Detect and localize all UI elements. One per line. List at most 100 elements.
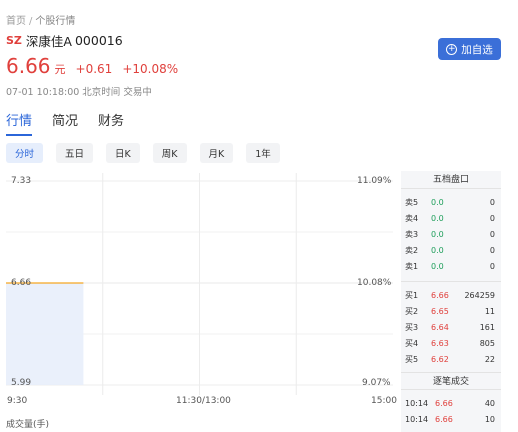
ask-volume: 0: [489, 245, 495, 255]
bid-level-label: 买2: [405, 306, 419, 316]
y-right-mid-label: 10.08%: [357, 278, 392, 288]
period-intraday[interactable]: 分时: [6, 143, 44, 163]
plus-circle-icon: +: [446, 43, 458, 55]
main-tabs: 行情 简况 财务: [6, 110, 144, 136]
bid-list: 买1 6.66 264259 买2 6.65 11 买3 6.64 161 买4 6.63 805 买5…: [401, 287, 501, 367]
ask-row: 卖1 0.0 0: [401, 258, 501, 274]
tab-quote[interactable]: 行情: [6, 110, 33, 136]
price-unit: 元: [54, 63, 66, 76]
bid-volume: 805: [479, 338, 495, 348]
bid-level-label: 买5: [405, 354, 419, 364]
x-start-label: 9:30: [7, 396, 28, 406]
period-weekly-k-label: 周K: [161, 149, 178, 160]
trade-row: 10:14 6.66 10: [401, 411, 501, 427]
x-mid-label: 11:30/13:00: [176, 396, 231, 406]
ask-level-label: 卖1: [405, 261, 419, 271]
bid-level-label: 买3: [405, 322, 419, 332]
y-left-mid-label: 6.66: [11, 278, 32, 288]
tab-finance-label: 财务: [98, 114, 125, 129]
bid-row: 买2 6.65 11: [401, 303, 501, 319]
ask-row: 卖3 0.0 0: [401, 226, 501, 242]
order-book-panel: 五档盘口 卖5 0.0 0 卖4 0.0 0 卖3 0.0 0 卖2 0.0 0 卖1 0.0 0 买1 6.…: [401, 171, 501, 432]
bid-price: 6.64: [431, 322, 449, 332]
tab-quote-label: 行情: [6, 114, 33, 129]
bid-volume: 11: [484, 306, 495, 316]
order-book-divider: [401, 274, 501, 282]
bid-price: 6.65: [431, 306, 449, 316]
quote-row: 6.66 元 +0.61 +10.08%: [6, 54, 178, 78]
ask-level-label: 卖2: [405, 245, 419, 255]
ask-price: 0.0: [431, 213, 444, 223]
bid-level-label: 买4: [405, 338, 419, 348]
intraday-chart: [6, 173, 393, 395]
bid-price: 6.66: [431, 290, 449, 300]
period-daily-k-label: 日K: [115, 149, 131, 160]
breadcrumb-home-link[interactable]: 首页: [6, 16, 26, 27]
trade-price: 6.66: [435, 398, 453, 408]
bid-price: 6.63: [431, 338, 449, 348]
ask-volume: 0: [489, 261, 495, 271]
ask-level-label: 卖3: [405, 229, 419, 239]
period-five-day-label: 五日: [65, 149, 85, 160]
y-right-top-label: 11.09%: [357, 176, 392, 186]
price-change: +0.61: [75, 62, 113, 76]
trading-status: 07-01 10:18:00 北京时间 交易中: [6, 87, 152, 98]
intraday-chart-svg: [6, 173, 393, 395]
ask-level-label: 卖5: [405, 197, 419, 207]
trade-row: 10:14 6.66 40: [401, 395, 501, 411]
period-intraday-label: 分时: [15, 149, 35, 160]
bid-level-label: 买1: [405, 290, 419, 300]
breadcrumb: 首页 / 个股行情: [6, 12, 75, 27]
y-left-bottom-label: 5.99: [11, 378, 32, 388]
current-price: 6.66: [6, 54, 51, 78]
stock-code: 000016: [74, 33, 123, 48]
trade-price: 6.66: [435, 414, 453, 424]
bid-row: 买5 6.62 22: [401, 351, 501, 367]
period-monthly-k[interactable]: 月K: [199, 143, 234, 163]
y-left-top-label: 7.33: [11, 176, 32, 186]
tab-finance[interactable]: 财务: [98, 110, 124, 136]
trade-volume: 10: [484, 414, 495, 424]
add-watchlist-label: 加自选: [461, 43, 493, 56]
ask-list: 卖5 0.0 0 卖4 0.0 0 卖3 0.0 0 卖2 0.0 0 卖1 0.0 0: [401, 194, 501, 274]
order-book-title: 五档盘口: [401, 171, 501, 189]
trade-list: 10:14 6.66 40 10:14 6.66 10 10:146.6620: [401, 395, 501, 432]
trade-time: 10:14: [405, 398, 429, 408]
ask-row: 卖5 0.0 0: [401, 194, 501, 210]
bid-price: 6.62: [431, 354, 449, 364]
ask-volume: 0: [489, 197, 495, 207]
ask-price: 0.0: [431, 245, 444, 255]
period-selector: 分时 五日 日K 周K 月K 1年: [6, 143, 293, 163]
volume-title: 成交量(手): [6, 420, 50, 430]
bid-volume: 264259: [464, 290, 495, 300]
period-weekly-k[interactable]: 周K: [152, 143, 187, 163]
bid-row: 买4 6.63 805: [401, 335, 501, 351]
period-one-year-label: 1年: [255, 149, 271, 160]
ask-volume: 0: [489, 213, 495, 223]
x-end-label: 15:00: [371, 396, 397, 406]
stock-title: SZ 深康佳A 000016: [6, 31, 123, 50]
period-monthly-k-label: 月K: [208, 149, 225, 160]
ask-level-label: 卖4: [405, 213, 419, 223]
ask-price: 0.0: [431, 229, 444, 239]
add-watchlist-button[interactable]: + 加自选: [438, 38, 501, 60]
trade-time: 10:14: [405, 414, 429, 424]
ask-row: 卖2 0.0 0: [401, 242, 501, 258]
period-five-day[interactable]: 五日: [56, 143, 94, 163]
trade-volume: 40: [484, 398, 495, 408]
breadcrumb-current: 个股行情: [35, 16, 76, 27]
price-area-fill: [6, 283, 84, 385]
breadcrumb-separator: /: [29, 16, 33, 27]
period-daily-k[interactable]: 日K: [106, 143, 140, 163]
tab-profile-label: 简况: [52, 114, 79, 129]
bid-row: 买1 6.66 264259: [401, 287, 501, 303]
trade-row: 10:146.6620: [401, 427, 501, 432]
market-tag: SZ: [6, 34, 22, 47]
bid-volume: 22: [484, 354, 495, 364]
bid-row: 买3 6.64 161: [401, 319, 501, 335]
y-right-bottom-label: 9.07%: [362, 378, 391, 388]
bid-volume: 161: [479, 322, 495, 332]
period-one-year[interactable]: 1年: [246, 143, 280, 163]
tab-profile[interactable]: 简况: [52, 110, 78, 136]
price-change-percent: +10.08%: [122, 62, 179, 76]
